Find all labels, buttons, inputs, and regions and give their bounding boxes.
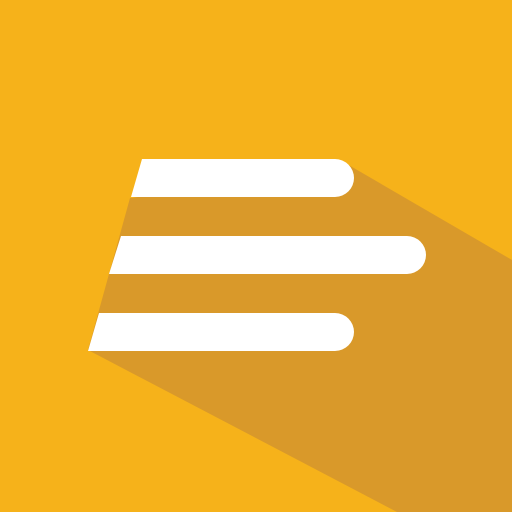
app-icon-tile[interactable] <box>0 0 512 512</box>
middle-bar <box>109 236 426 274</box>
align-left-icon <box>0 0 512 512</box>
bottom-bar <box>88 313 354 351</box>
top-bar <box>131 159 354 197</box>
